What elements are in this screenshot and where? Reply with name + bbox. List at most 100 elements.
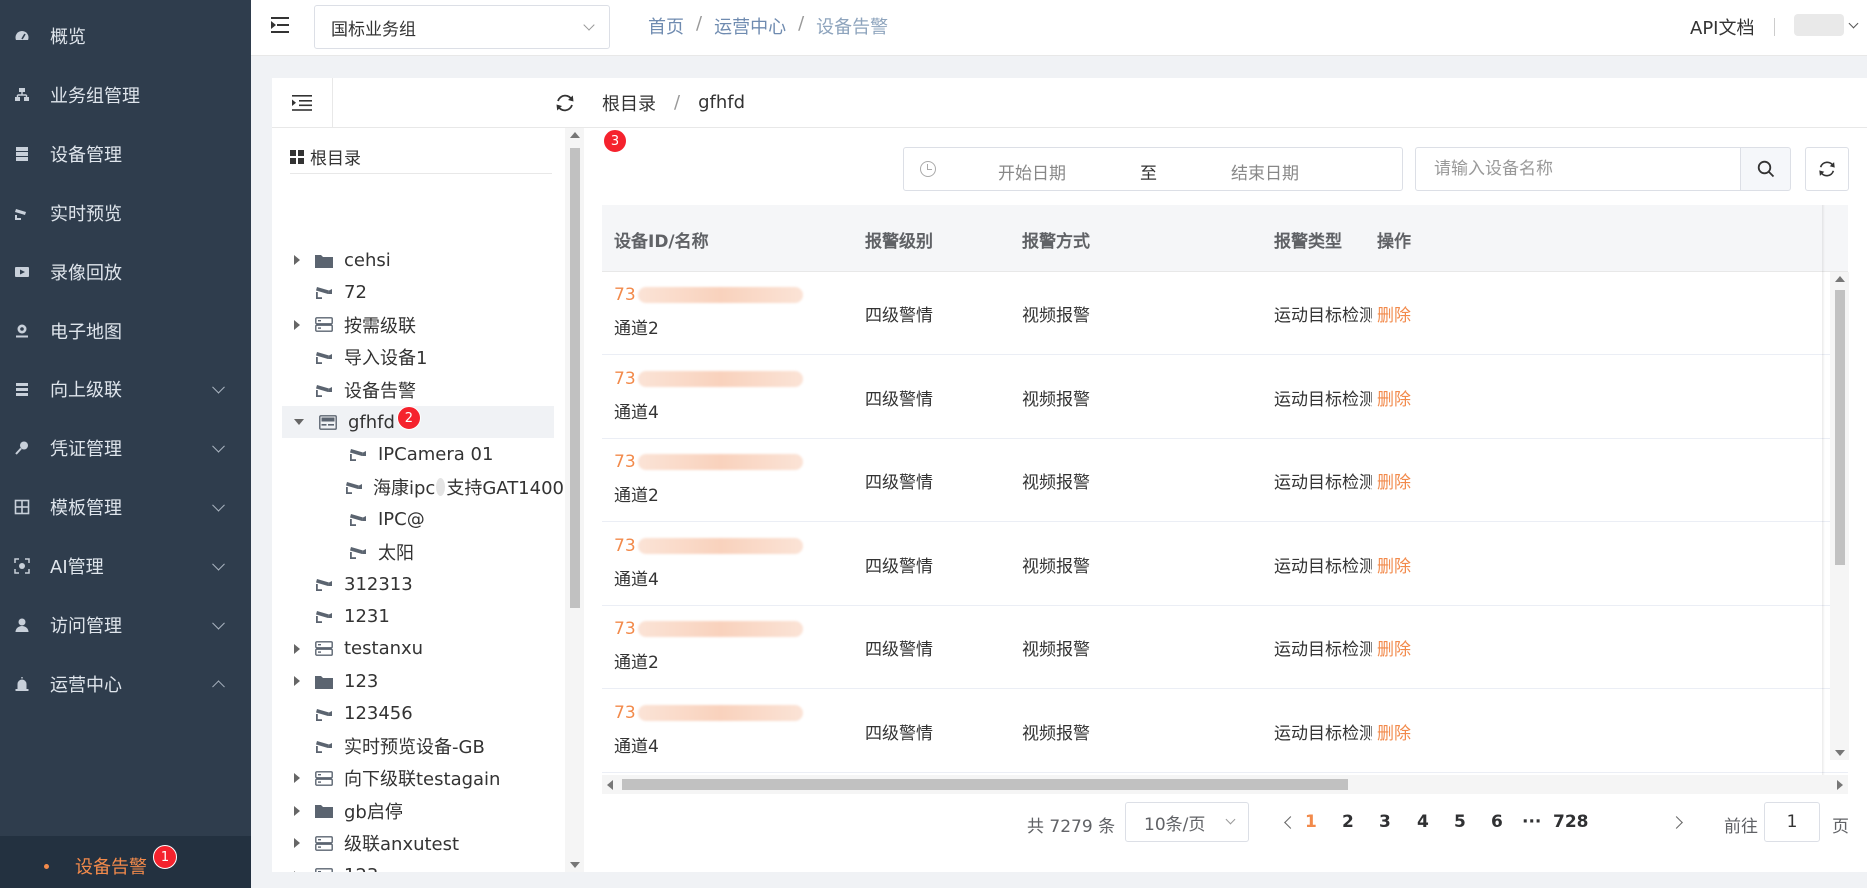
tree-refresh-button[interactable] [554, 92, 576, 114]
delete-link[interactable]: 删除 [1377, 385, 1411, 410]
camera-icon [314, 576, 334, 592]
page-number[interactable]: 3 [1379, 812, 1391, 832]
chevron-down-icon[interactable] [1848, 18, 1859, 29]
alarm-level: 四级警情 [865, 473, 933, 493]
breadcrumb-operations[interactable]: 运营中心 [714, 13, 786, 39]
device-id-link[interactable]: 73 [614, 536, 803, 556]
page-number[interactable]: 4 [1417, 812, 1429, 832]
tree-node[interactable]: testanxu [282, 633, 554, 665]
breadcrumb-home[interactable]: 首页 [648, 13, 684, 39]
caret-right-icon[interactable] [294, 870, 300, 872]
column-header-method: 报警方式 [1022, 232, 1090, 252]
breadcrumb-root[interactable]: 根目录 [602, 90, 656, 116]
table-vertical-scrollbar[interactable] [1830, 272, 1849, 760]
tree-node[interactable]: 按需级联 [282, 309, 554, 341]
scroll-thumb[interactable] [622, 779, 1348, 790]
end-date-input[interactable]: 结束日期 [1231, 159, 1299, 184]
page-number[interactable]: 2 [1342, 812, 1354, 832]
caret-right-icon[interactable] [294, 838, 300, 849]
tree-node[interactable]: 123456 [282, 698, 554, 730]
tree-node[interactable]: 导入设备1 [282, 341, 554, 373]
device-id-link[interactable]: 73 [614, 285, 803, 305]
next-page-icon[interactable] [1670, 816, 1683, 829]
delete-link[interactable]: 删除 [1377, 468, 1411, 493]
chevron-up-icon [212, 680, 225, 693]
search-button[interactable] [1740, 147, 1791, 191]
sidebar-subitem-device-alarm[interactable]: 设备告警 [0, 836, 251, 888]
page-number[interactable]: 1 [1305, 812, 1317, 832]
user-avatar[interactable] [1794, 14, 1844, 36]
camera-icon [345, 479, 363, 495]
scroll-right-icon[interactable] [1837, 780, 1843, 790]
device-id-link[interactable]: 73 [614, 619, 803, 639]
tree-node[interactable]: 实时预览设备-GB [282, 730, 554, 762]
tree-node[interactable]: 123 [282, 860, 554, 872]
scroll-up-icon[interactable] [1835, 276, 1845, 282]
table-horizontal-scrollbar[interactable] [602, 775, 1848, 794]
tree-node[interactable]: gb启停 [282, 795, 554, 827]
device-id-link[interactable]: 73 [614, 369, 803, 389]
tree-node[interactable]: 312313 [282, 568, 554, 600]
caret-right-icon[interactable] [294, 773, 300, 784]
tree-node[interactable]: IPC@ [316, 503, 564, 535]
tree-node[interactable]: 向下级联testagain [282, 762, 554, 794]
tree-scrollbar[interactable] [565, 128, 584, 872]
device-id-link[interactable]: 73 [614, 703, 803, 723]
server-icon [314, 835, 334, 851]
server-icon [314, 641, 334, 657]
tree-node[interactable]: gfhfd 2 [282, 406, 554, 438]
scroll-left-icon[interactable] [607, 780, 613, 790]
caret-right-icon[interactable] [294, 319, 300, 330]
sidebar-item[interactable]: 运营中心 [0, 649, 251, 719]
tree-node[interactable]: 太阳 [316, 536, 564, 568]
device-name-search-input[interactable] [1415, 147, 1741, 191]
caret-right-icon[interactable] [294, 643, 300, 654]
delete-link[interactable]: 删除 [1377, 301, 1411, 326]
tree-node[interactable]: cehsi [282, 244, 554, 276]
device-id-link[interactable]: 73 [614, 452, 803, 472]
tree-collapse-button[interactable] [272, 78, 333, 128]
redacted-text [637, 454, 803, 470]
page-number[interactable]: 5 [1454, 812, 1466, 832]
tree-node[interactable]: 1231 [282, 600, 554, 632]
scroll-up-icon[interactable] [570, 132, 580, 138]
page-size-select[interactable]: 10条/页 [1125, 802, 1249, 842]
api-doc-link[interactable]: API文档 [1690, 14, 1754, 40]
scroll-thumb[interactable] [1835, 290, 1845, 565]
scroll-down-icon[interactable] [1835, 750, 1845, 756]
refresh-button[interactable] [1805, 147, 1849, 191]
date-range-picker[interactable]: 开始日期 至 结束日期 [903, 147, 1403, 191]
tree-node[interactable]: 海康ipc 支持GAT1400 [316, 471, 564, 503]
tree-node-label: 312313 [344, 573, 413, 595]
business-group-select[interactable]: 国标业务组 [314, 5, 610, 49]
tree-node[interactable]: 123 [282, 665, 554, 697]
tree-root[interactable]: 根目录 [290, 144, 361, 169]
caret-right-icon[interactable] [294, 676, 300, 687]
alarm-type: 运动目标检测报警 [1274, 389, 1372, 410]
tree-node[interactable]: 级联anxutest [282, 827, 554, 859]
delete-link[interactable]: 删除 [1377, 635, 1411, 660]
start-date-input[interactable]: 开始日期 [998, 159, 1066, 184]
caret-right-icon[interactable] [294, 805, 300, 816]
sidebar-item-label: 运营中心 [50, 674, 122, 696]
table-row: 73 通道2 四级警情 视频报警 运动目标检测报警删除 [602, 272, 1848, 355]
caret-down-icon[interactable] [294, 419, 304, 425]
more-pages-icon[interactable]: ··· [1522, 812, 1541, 832]
goto-page-input[interactable] [1764, 802, 1820, 842]
tree-node[interactable]: IPCamera 01 [316, 438, 564, 470]
menu-toggle-icon[interactable] [271, 17, 293, 35]
sidebar-item-label: 凭证管理 [50, 439, 122, 461]
scroll-thumb[interactable] [570, 148, 580, 608]
tree-node[interactable]: 72 [282, 276, 554, 308]
column-header-level: 报警级别 [865, 232, 933, 252]
device-id-prefix: 73 [614, 702, 636, 723]
tree-node[interactable]: 设备告警 [282, 374, 554, 406]
device-channel: 通道4 [614, 736, 659, 757]
prev-page-icon[interactable] [1284, 816, 1297, 829]
caret-right-icon[interactable] [294, 255, 300, 265]
page-number[interactable]: 6 [1491, 812, 1503, 832]
page-number[interactable]: 728 [1553, 812, 1589, 832]
delete-link[interactable]: 删除 [1377, 552, 1411, 577]
scroll-down-icon[interactable] [570, 862, 580, 868]
delete-link[interactable]: 删除 [1377, 719, 1411, 744]
